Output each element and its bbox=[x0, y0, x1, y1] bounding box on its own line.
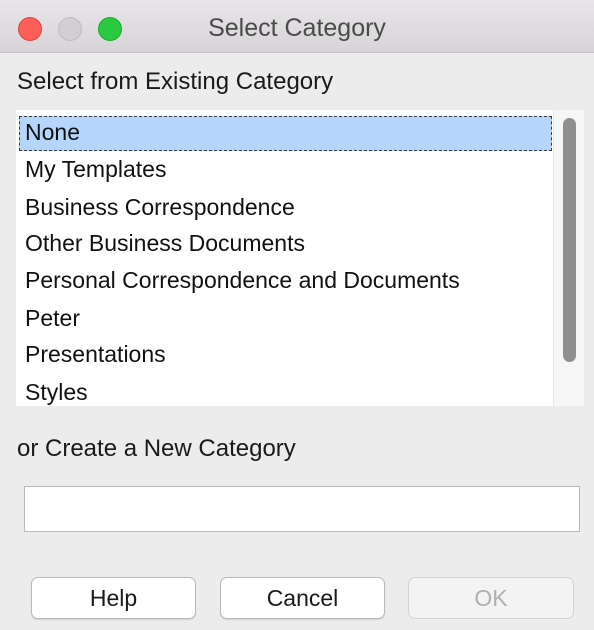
list-item-business-correspondence[interactable]: Business Correspondence bbox=[19, 191, 552, 226]
list-scrollbar-thumb[interactable] bbox=[563, 118, 576, 362]
cancel-button[interactable]: Cancel bbox=[220, 577, 385, 619]
existing-category-label: Select from Existing Category bbox=[17, 68, 334, 95]
list-item-other-business-documents[interactable]: Other Business Documents bbox=[19, 227, 552, 262]
list-item-my-templates[interactable]: My Templates bbox=[19, 153, 552, 188]
list-item-peter[interactable]: Peter bbox=[19, 302, 552, 337]
list-item-personal-correspondence[interactable]: Personal Correspondence and Documents bbox=[19, 264, 552, 299]
ok-button[interactable]: OK bbox=[408, 577, 574, 619]
help-button[interactable]: Help bbox=[31, 577, 196, 619]
list-scrollbar[interactable] bbox=[553, 110, 584, 406]
list-item-styles[interactable]: Styles bbox=[19, 376, 552, 406]
minimize-window-button[interactable] bbox=[58, 17, 82, 41]
new-category-label: or Create a New Category bbox=[17, 435, 296, 462]
list-item-none[interactable]: None bbox=[19, 116, 552, 151]
title-bar: Select Category bbox=[0, 0, 594, 53]
select-category-dialog: Select Category Select from Existing Cat… bbox=[0, 0, 594, 630]
zoom-window-button[interactable] bbox=[98, 17, 122, 41]
window-title: Select Category bbox=[208, 14, 386, 42]
new-category-input[interactable] bbox=[24, 486, 580, 532]
category-listbox[interactable]: None My Templates Business Correspondenc… bbox=[16, 110, 584, 406]
close-window-button[interactable] bbox=[18, 17, 42, 41]
list-item-presentations[interactable]: Presentations bbox=[19, 338, 552, 373]
